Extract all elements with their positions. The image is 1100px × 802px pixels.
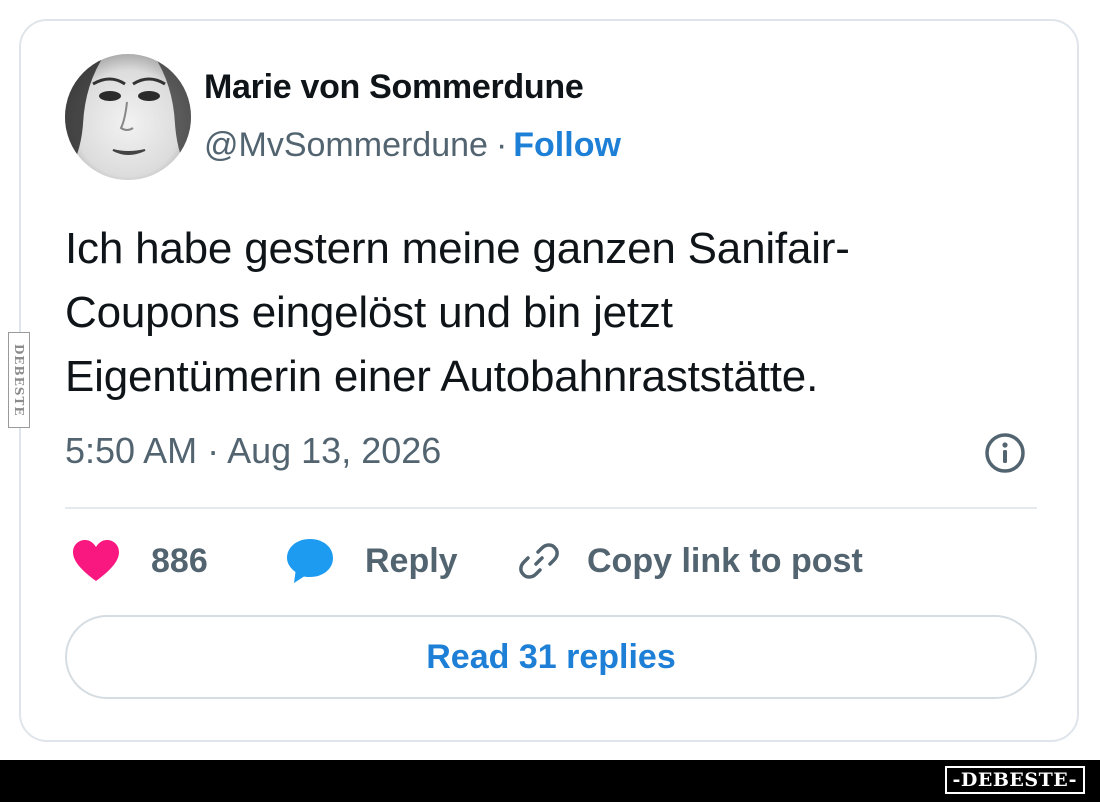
reply-button[interactable]: Reply [285, 533, 458, 589]
tweet-text-line: Ich habe gestern meine ganzen Sanifair- [65, 224, 850, 273]
like-count: 886 [151, 541, 208, 580]
speech-bubble-icon [287, 539, 333, 583]
tweet-card: Marie von Sommerdune @MvSommerdune · Follo… [19, 19, 1079, 742]
user-handle[interactable]: @MvSommerdune [204, 126, 488, 164]
like-button[interactable]: 886 [71, 533, 208, 589]
handle-separator: · [495, 126, 508, 164]
info-icon[interactable] [983, 431, 1027, 475]
tweet-text-line: Eigentümerin einer Autobahnraststätte. [65, 352, 819, 401]
heart-icon [73, 540, 119, 581]
tweet-text-line: Coupons eingelöst und bin jetzt [65, 288, 673, 337]
debeste-logo: -DEBESTE- [944, 766, 1085, 794]
follow-button[interactable]: Follow [513, 126, 621, 164]
side-watermark: DEBESTE [8, 332, 30, 428]
timestamp[interactable]: 5:50 AM · Aug 13, 2026 [65, 430, 441, 472]
divider [65, 507, 1037, 509]
read-replies-button[interactable]: Read 31 replies [65, 615, 1037, 699]
side-watermark-text: DEBESTE [12, 343, 26, 417]
bottom-watermark-bar: -DEBESTE- [0, 760, 1100, 802]
avatar[interactable] [65, 54, 191, 180]
read-replies-label: Read 31 replies [426, 637, 676, 676]
page: Marie von Sommerdune @MvSommerdune · Follo… [0, 0, 1100, 802]
action-bar: 886 Reply Copy link to post [71, 533, 1031, 589]
copy-link-button[interactable]: Copy link to post [517, 533, 863, 589]
display-name[interactable]: Marie von Sommerdune [204, 68, 584, 107]
handle-line: @MvSommerdune · Follow [204, 126, 621, 165]
link-icon [519, 543, 559, 579]
copy-link-label: Copy link to post [587, 541, 863, 580]
reply-label: Reply [365, 541, 458, 580]
tweet-text: Ich habe gestern meine ganzen Sanifair- … [65, 217, 1045, 409]
avatar-portrait-icon [65, 54, 191, 180]
debeste-logo-text: -DEBESTE- [952, 769, 1077, 791]
